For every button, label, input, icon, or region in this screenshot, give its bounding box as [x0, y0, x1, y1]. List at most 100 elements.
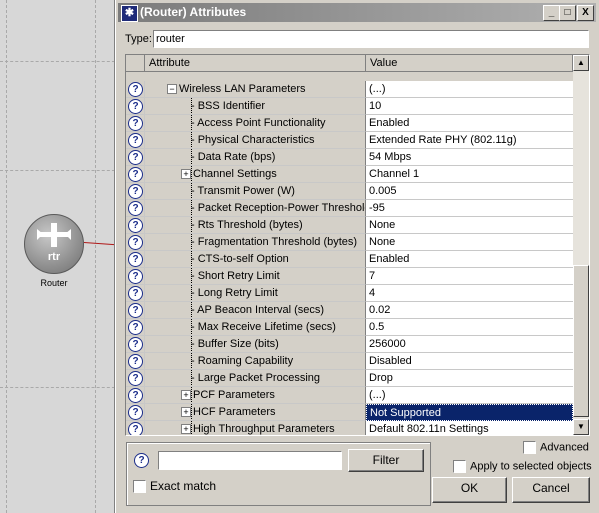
help-icon[interactable]: ?: [128, 303, 143, 318]
attribute-name-cell[interactable]: - Short Retry Limit: [145, 268, 366, 285]
attribute-name-cell[interactable]: - Transmit Power (W): [145, 183, 366, 200]
attribute-name-cell[interactable]: - Rts Threshold (bytes): [145, 217, 366, 234]
attribute-row[interactable]: ? - Fragmentation Threshold (bytes) None: [126, 234, 573, 251]
attribute-name-cell[interactable]: - Access Point Functionality: [145, 115, 366, 132]
ok-button[interactable]: OK: [432, 477, 507, 503]
help-icon[interactable]: ?: [128, 218, 143, 233]
minimize-button[interactable]: _: [543, 5, 560, 21]
expand-icon[interactable]: +: [181, 424, 191, 434]
attribute-value-cell[interactable]: 10: [366, 98, 573, 115]
filter-button[interactable]: Filter: [348, 449, 424, 472]
attribute-row[interactable]: ? + PCF Parameters (...): [126, 387, 573, 404]
attribute-value-cell[interactable]: 54 Mbps: [366, 149, 573, 166]
attribute-value-cell[interactable]: 4: [366, 285, 573, 302]
help-icon[interactable]: ?: [128, 388, 143, 403]
scroll-up-icon[interactable]: ▲: [573, 55, 589, 71]
attribute-row[interactable]: ? - Large Packet Processing Drop: [126, 370, 573, 387]
attribute-value-cell[interactable]: (...): [366, 387, 573, 404]
attribute-name-cell[interactable]: − Wireless LAN Parameters: [145, 81, 366, 98]
help-icon[interactable]: ?: [128, 150, 143, 165]
help-icon[interactable]: ?: [128, 133, 143, 148]
maximize-button[interactable]: □: [559, 5, 576, 21]
help-icon[interactable]: ?: [128, 405, 143, 420]
expand-icon[interactable]: +: [181, 407, 191, 417]
apply-selected-option[interactable]: Apply to selected objects: [453, 460, 592, 473]
attribute-name-cell[interactable]: - Physical Characteristics: [145, 132, 366, 149]
attribute-row[interactable]: ? - Data Rate (bps) 54 Mbps: [126, 149, 573, 166]
attribute-value-cell[interactable]: Disabled: [366, 353, 573, 370]
attribute-row[interactable]: ? - Rts Threshold (bytes) None: [126, 217, 573, 234]
help-icon[interactable]: ?: [128, 99, 143, 114]
attribute-row[interactable]: ? - Access Point Functionality Enabled: [126, 115, 573, 132]
router-icon[interactable]: rtr: [24, 214, 84, 274]
header-value[interactable]: Value: [366, 55, 573, 72]
help-icon[interactable]: ?: [128, 422, 143, 435]
attribute-name-cell[interactable]: - Roaming Capability: [145, 353, 366, 370]
filter-help-icon[interactable]: ?: [134, 453, 149, 468]
expand-icon[interactable]: +: [181, 390, 191, 400]
attribute-row[interactable]: ? - Short Retry Limit 7: [126, 268, 573, 285]
scroll-down-icon[interactable]: ▼: [573, 419, 589, 435]
attribute-value-cell[interactable]: 0.005: [366, 183, 573, 200]
help-icon[interactable]: ?: [128, 286, 143, 301]
exact-match-checkbox[interactable]: [133, 480, 146, 494]
attribute-name-cell[interactable]: - AP Beacon Interval (secs): [145, 302, 366, 319]
attribute-row[interactable]: ? + HCF Parameters Not Supported: [126, 404, 573, 421]
attribute-value-cell[interactable]: Drop: [366, 370, 573, 387]
advanced-option[interactable]: Advanced: [523, 441, 589, 454]
attribute-name-cell[interactable]: - Large Packet Processing: [145, 370, 366, 387]
attribute-value-cell[interactable]: Enabled: [366, 115, 573, 132]
header-attribute[interactable]: Attribute: [145, 55, 366, 72]
help-icon[interactable]: ?: [128, 201, 143, 216]
attribute-value-cell[interactable]: Not Supported: [366, 404, 573, 421]
attribute-name-cell[interactable]: - Max Receive Lifetime (secs): [145, 319, 366, 336]
attribute-row[interactable]: ? - Packet Reception-Power Threshold... -9…: [126, 200, 573, 217]
attribute-value-cell[interactable]: 0.02: [366, 302, 573, 319]
filter-input[interactable]: [158, 451, 342, 470]
attribute-row[interactable]: ? - Long Retry Limit 4: [126, 285, 573, 302]
attribute-name-cell[interactable]: - CTS-to-self Option: [145, 251, 366, 268]
attribute-value-cell[interactable]: None: [366, 234, 573, 251]
attribute-name-cell[interactable]: - Data Rate (bps): [145, 149, 366, 166]
router-node[interactable]: rtr Router: [24, 214, 84, 288]
close-button[interactable]: X: [577, 5, 594, 21]
attribute-value-cell[interactable]: -95: [366, 200, 573, 217]
expand-icon[interactable]: +: [181, 169, 191, 179]
attribute-name-cell[interactable]: + High Throughput Parameters: [145, 421, 366, 435]
attribute-name-cell[interactable]: - Long Retry Limit: [145, 285, 366, 302]
help-icon[interactable]: ?: [128, 235, 143, 250]
help-icon[interactable]: ?: [128, 167, 143, 182]
attribute-name-cell[interactable]: - BSS Identifier: [145, 98, 366, 115]
help-icon[interactable]: ?: [128, 354, 143, 369]
attribute-value-cell[interactable]: Extended Rate PHY (802.11g): [366, 132, 573, 149]
attribute-value-cell[interactable]: Enabled: [366, 251, 573, 268]
attribute-row[interactable]: ? - Buffer Size (bits) 256000: [126, 336, 573, 353]
attribute-row[interactable]: ? − Wireless LAN Parameters (...): [126, 81, 573, 98]
help-icon[interactable]: ?: [128, 82, 143, 97]
cancel-button[interactable]: Cancel: [512, 477, 590, 503]
collapse-icon[interactable]: −: [167, 84, 177, 94]
attribute-row[interactable]: ? - Physical Characteristics Extended Rate…: [126, 132, 573, 149]
attribute-value-cell[interactable]: None: [366, 217, 573, 234]
attribute-value-cell[interactable]: (...): [366, 81, 573, 98]
vertical-scrollbar[interactable]: ▲ ▼: [573, 55, 589, 435]
attribute-row[interactable]: ? - Transmit Power (W) 0.005: [126, 183, 573, 200]
attribute-row[interactable]: ? + Channel Settings Channel 1: [126, 166, 573, 183]
attribute-row[interactable]: ? - Roaming Capability Disabled: [126, 353, 573, 370]
type-field[interactable]: router: [153, 30, 589, 48]
attribute-name-cell[interactable]: - Buffer Size (bits): [145, 336, 366, 353]
help-icon[interactable]: ?: [128, 184, 143, 199]
attribute-value-cell[interactable]: 256000: [366, 336, 573, 353]
help-icon[interactable]: ?: [128, 116, 143, 131]
attribute-name-cell[interactable]: + HCF Parameters: [145, 404, 366, 421]
help-icon[interactable]: ?: [128, 337, 143, 352]
help-icon[interactable]: ?: [128, 371, 143, 386]
attribute-name-cell[interactable]: + PCF Parameters: [145, 387, 366, 404]
attribute-name-cell[interactable]: + Channel Settings: [145, 166, 366, 183]
scroll-thumb[interactable]: [573, 265, 589, 417]
help-icon[interactable]: ?: [128, 269, 143, 284]
advanced-checkbox[interactable]: [523, 441, 536, 454]
attribute-row[interactable]: ? + High Throughput Parameters Default 802.…: [126, 421, 573, 435]
attribute-row[interactable]: ? - BSS Identifier 10: [126, 98, 573, 115]
help-icon[interactable]: ?: [128, 320, 143, 335]
